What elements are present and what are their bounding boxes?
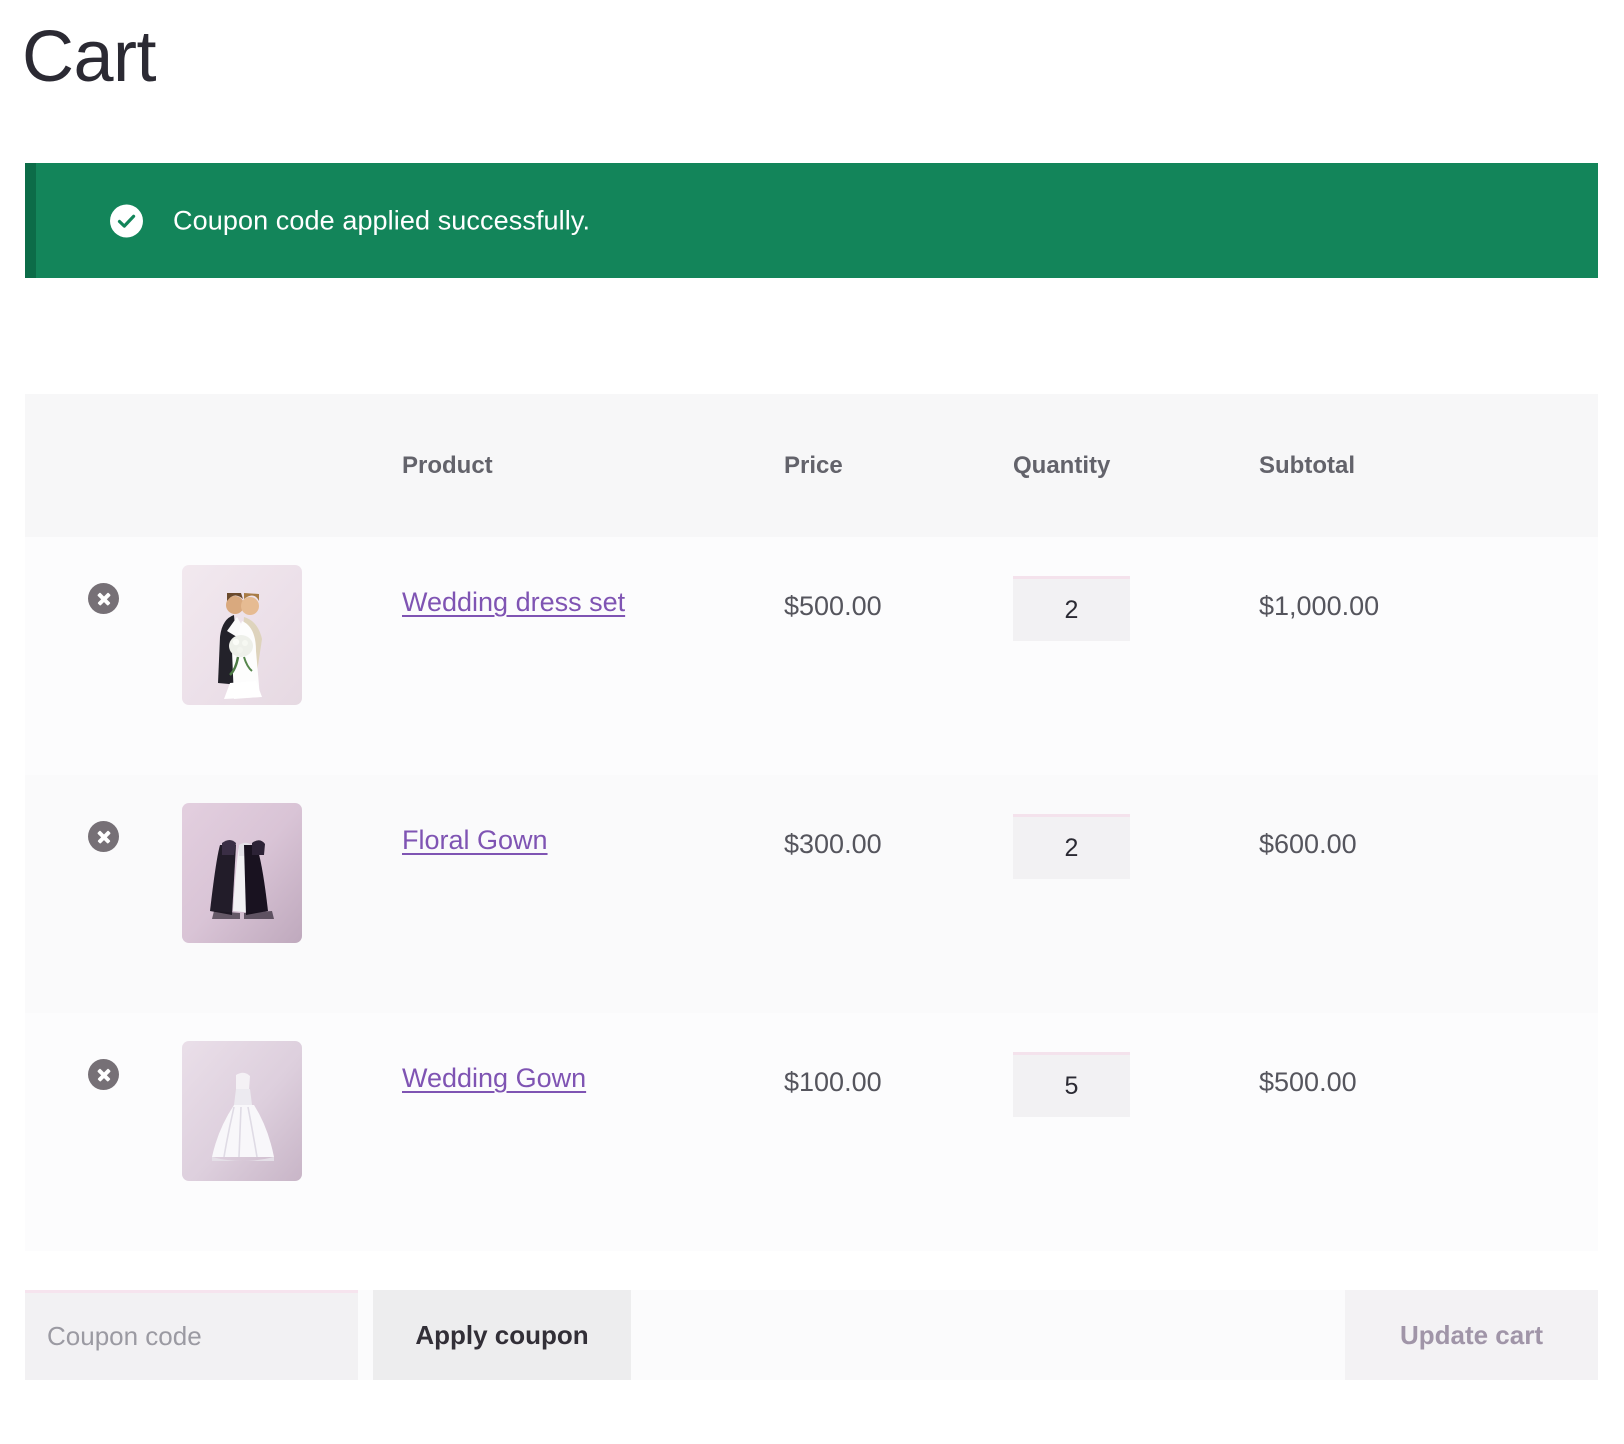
quantity-input[interactable] xyxy=(1013,1052,1130,1117)
cell-product-name: Wedding Gown xyxy=(402,1013,784,1251)
update-cart-button[interactable]: Update cart xyxy=(1345,1290,1598,1380)
table-row: Floral Gown $300.00 $600.00 xyxy=(25,775,1598,1013)
product-thumbnail[interactable] xyxy=(182,565,302,705)
cell-subtotal: $600.00 xyxy=(1259,775,1598,1013)
quantity-input[interactable] xyxy=(1013,576,1130,641)
check-circle-icon xyxy=(110,204,143,237)
coupon-code-input[interactable] xyxy=(25,1290,358,1380)
product-subtotal: $1,000.00 xyxy=(1259,591,1380,621)
product-subtotal: $500.00 xyxy=(1259,1067,1357,1097)
product-price: $100.00 xyxy=(784,1067,882,1097)
cell-price: $300.00 xyxy=(784,775,1013,1013)
quantity-input[interactable] xyxy=(1013,814,1130,879)
product-thumbnail[interactable] xyxy=(182,803,302,943)
apply-coupon-button[interactable]: Apply coupon xyxy=(373,1290,631,1380)
remove-x-icon[interactable] xyxy=(88,583,119,614)
notice-accent-stripe xyxy=(25,163,36,278)
cell-remove xyxy=(25,775,175,1013)
product-link[interactable]: Wedding dress set xyxy=(402,587,625,618)
cell-remove xyxy=(25,1013,175,1251)
product-link[interactable]: Wedding Gown xyxy=(402,1063,586,1094)
cell-quantity xyxy=(1013,537,1259,775)
cell-product-name: Floral Gown xyxy=(402,775,784,1013)
header-thumbnail xyxy=(175,394,402,537)
cart-actions-row: Apply coupon Update cart xyxy=(25,1290,1598,1380)
cell-remove xyxy=(25,537,175,775)
cart-table-body: Wedding dress set $500.00 $1,000.00 xyxy=(25,537,1598,1251)
cell-thumbnail xyxy=(175,775,402,1013)
cart-table: Product Price Quantity Subtotal Wedding … xyxy=(25,394,1598,1251)
cell-subtotal: $500.00 xyxy=(1259,1013,1598,1251)
table-row: Wedding dress set $500.00 $1,000.00 xyxy=(25,537,1598,775)
cell-price: $500.00 xyxy=(784,537,1013,775)
header-product: Product xyxy=(402,394,784,537)
cell-price: $100.00 xyxy=(784,1013,1013,1251)
product-thumbnail[interactable] xyxy=(182,1041,302,1181)
cell-thumbnail xyxy=(175,1013,402,1251)
product-price: $500.00 xyxy=(784,591,882,621)
remove-x-icon[interactable] xyxy=(88,821,119,852)
cell-thumbnail xyxy=(175,537,402,775)
table-row: Wedding Gown $100.00 $500.00 xyxy=(25,1013,1598,1251)
cart-table-header: Product Price Quantity Subtotal xyxy=(25,394,1598,537)
product-link[interactable]: Floral Gown xyxy=(402,825,548,856)
product-subtotal: $600.00 xyxy=(1259,829,1357,859)
header-price: Price xyxy=(784,394,1013,537)
notice-message: Coupon code applied successfully. xyxy=(173,205,591,235)
page-title: Cart xyxy=(22,17,157,97)
remove-x-icon[interactable] xyxy=(88,1059,119,1090)
cell-subtotal: $1,000.00 xyxy=(1259,537,1598,775)
cell-quantity xyxy=(1013,1013,1259,1251)
cell-product-name: Wedding dress set xyxy=(402,537,784,775)
coupon-success-notice: Coupon code applied successfully. xyxy=(25,163,1598,278)
cell-quantity xyxy=(1013,775,1259,1013)
header-remove xyxy=(25,394,175,537)
header-row: Product Price Quantity Subtotal xyxy=(25,394,1598,537)
header-subtotal: Subtotal xyxy=(1259,394,1598,537)
product-price: $300.00 xyxy=(784,829,882,859)
header-quantity: Quantity xyxy=(1013,394,1259,537)
